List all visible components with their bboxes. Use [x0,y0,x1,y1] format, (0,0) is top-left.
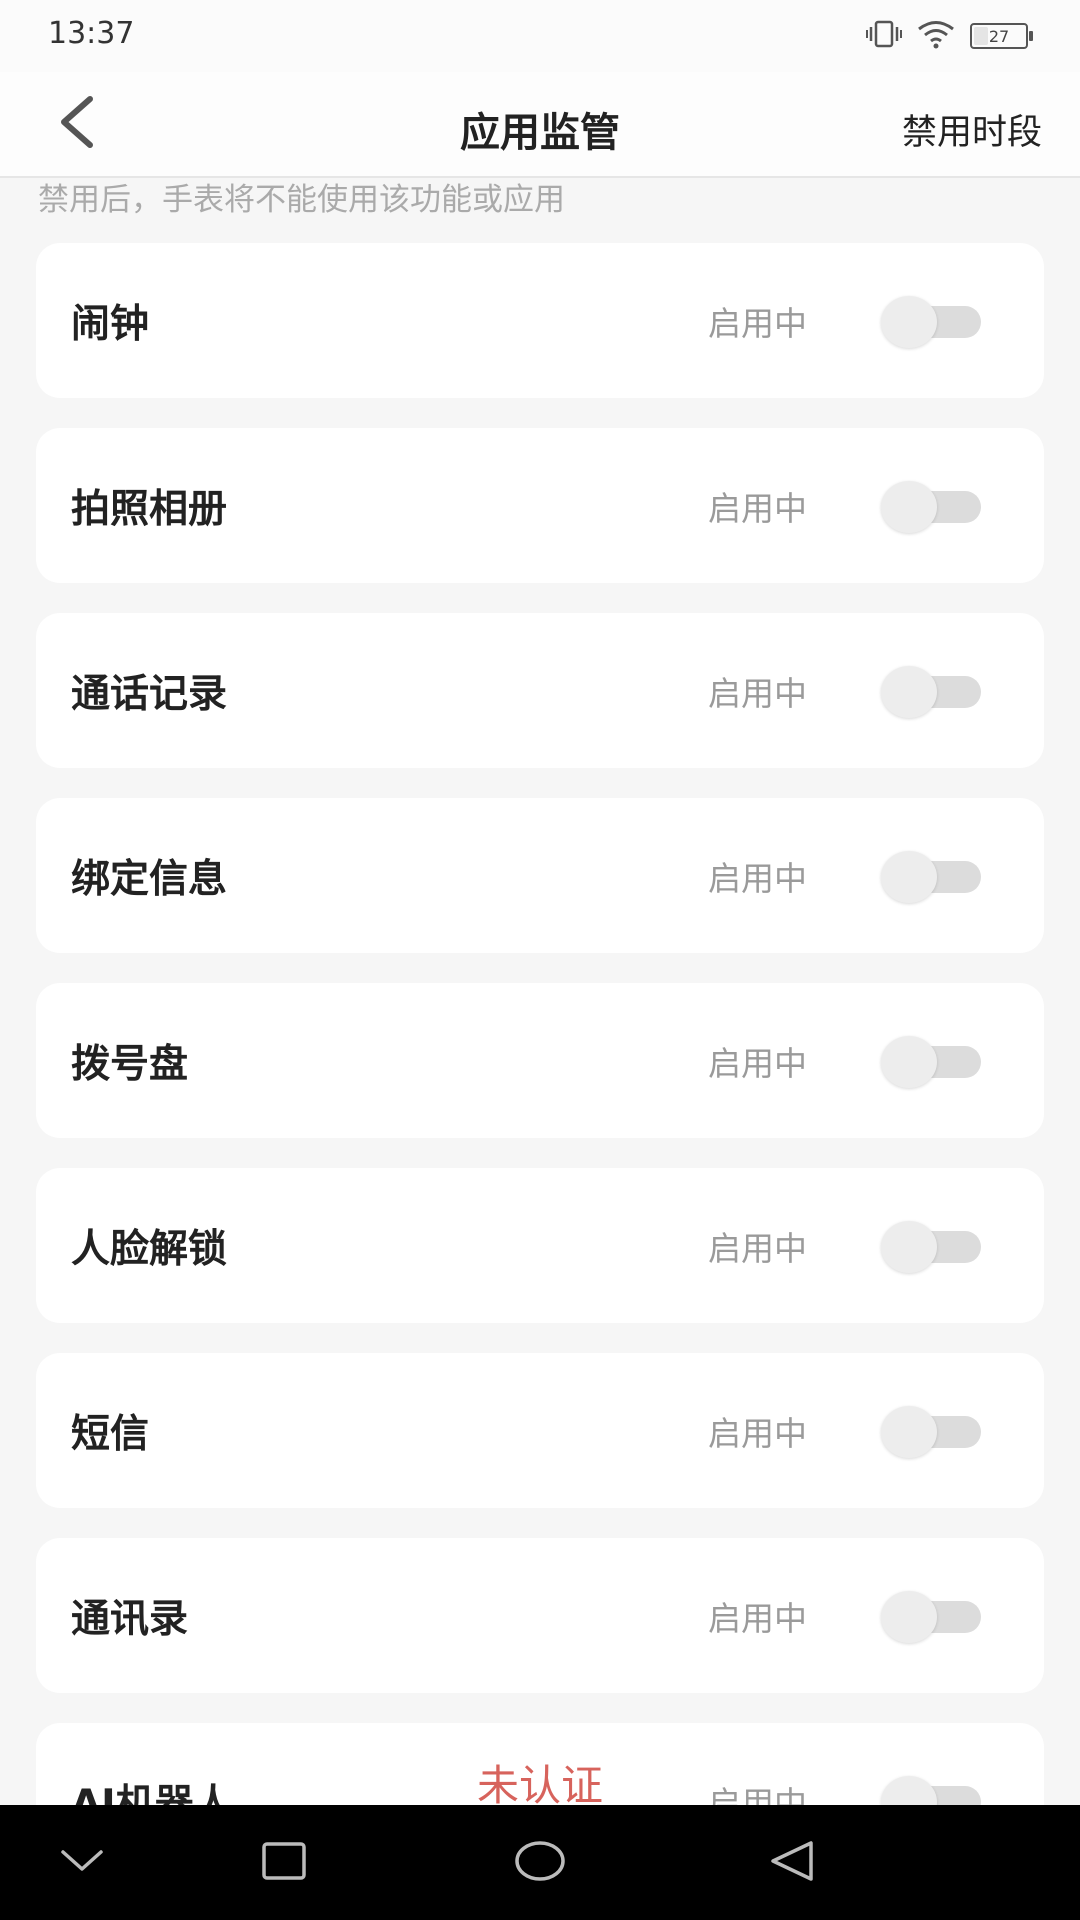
app-label: 短信 [71,1411,150,1457]
battery-level [974,27,988,45]
app-toggle[interactable] [881,295,981,348]
nav-home-button[interactable] [510,1833,570,1893]
app-toggle[interactable] [881,480,981,533]
app-card: 拍照相册 启用中 [36,428,1044,583]
app-card: 通讯录 启用中 [36,1538,1044,1693]
app-label: 拍照相册 [71,486,228,532]
app-status: 启用中 [708,1228,807,1268]
app-label: 人脸解锁 [71,1226,228,1272]
app-status: 启用中 [708,303,807,343]
status-time: 13:37 [48,16,135,51]
app-card: 拨号盘 启用中 [36,983,1044,1138]
toggle-knob [881,850,937,903]
app-card: 通话记录 启用中 [36,613,1044,768]
app-list: 闹钟 启用中 拍照相册 启用中 通话记录 启用中 绑定信息 启用中 拨号盘 启用… [36,243,1044,1908]
app-status: 启用中 [708,1413,807,1453]
system-nav-bar [0,1805,1080,1920]
status-icons: 27 [866,18,1033,54]
toggle-knob [881,665,937,718]
app-toggle[interactable] [881,1035,981,1088]
status-bar: 13:37 27 [0,0,1080,72]
app-toggle[interactable] [881,850,981,903]
circle-icon [514,1840,566,1886]
app-label: 闹钟 [71,301,150,347]
app-card: 人脸解锁 启用中 [36,1168,1044,1323]
title-bar: 应用监管 禁用时段 [0,72,1080,178]
battery-label: 27 [988,26,1010,46]
toggle-knob [881,1220,937,1273]
app-label: 通讯录 [71,1596,189,1642]
app-status: 启用中 [708,488,807,528]
app-label: 通话记录 [71,671,228,717]
app-status: 启用中 [708,1598,807,1638]
app-status: 启用中 [708,858,807,898]
app-toggle[interactable] [881,665,981,718]
nav-back-button[interactable] [762,1833,822,1893]
square-icon [261,1841,307,1885]
app-card: 短信 启用中 [36,1353,1044,1508]
nav-recents-button[interactable] [254,1833,314,1893]
battery-icon: 27 [970,23,1033,49]
app-status: 启用中 [708,1043,807,1083]
toggle-knob [881,1590,937,1643]
wifi-icon [916,19,956,53]
toggle-knob [881,295,937,348]
app-card: 绑定信息 启用中 [36,798,1044,953]
toggle-knob [881,1405,937,1458]
toggle-knob [881,480,937,533]
app-label: 绑定信息 [71,856,228,902]
chevron-down-icon [60,1848,104,1878]
vibrate-icon [866,19,902,53]
app-status: 启用中 [708,673,807,713]
app-label: 拨号盘 [71,1041,189,1087]
nav-collapse-button[interactable] [52,1833,112,1893]
triangle-back-icon [769,1840,815,1886]
app-toggle[interactable] [881,1220,981,1273]
toggle-knob [881,1035,937,1088]
app-toggle[interactable] [881,1590,981,1643]
app-toggle[interactable] [881,1405,981,1458]
notice-text: 禁用后，手表将不能使用该功能或应用 [38,182,565,218]
disable-period-button[interactable]: 禁用时段 [902,104,1042,155]
app-card: 闹钟 启用中 [36,243,1044,398]
